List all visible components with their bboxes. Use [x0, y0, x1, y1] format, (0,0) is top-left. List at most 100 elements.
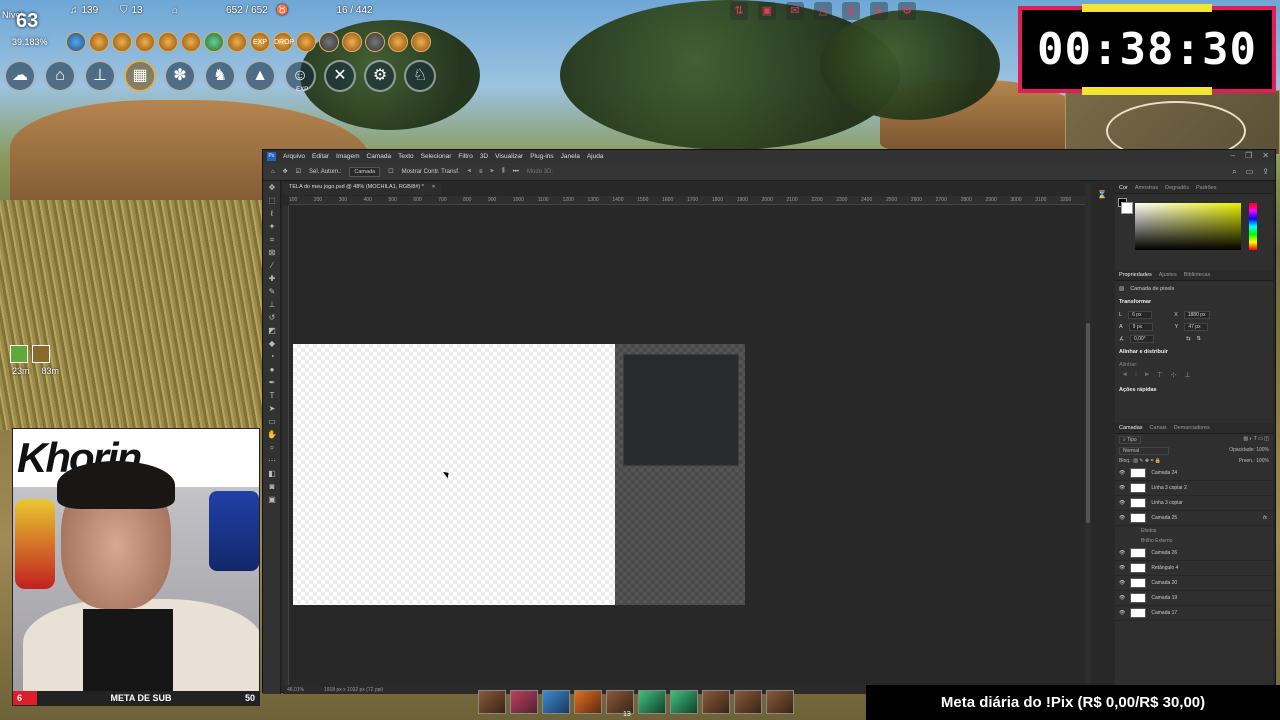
hotbar-slot[interactable] [574, 690, 602, 714]
eyedropper-tool-icon[interactable]: ⁄ [263, 259, 281, 272]
dodge-tool-icon[interactable]: ● [263, 363, 281, 376]
butterfly-icon[interactable]: ✕ [324, 60, 356, 92]
type-tool-icon[interactable]: T [263, 389, 281, 402]
menu-texto[interactable]: Texto [398, 153, 414, 160]
buff-icon[interactable] [296, 32, 316, 52]
hotbar-slot[interactable] [542, 690, 570, 714]
buff-icon[interactable] [365, 32, 385, 52]
blend-mode-dropdown[interactable]: Normal [1119, 447, 1169, 455]
document-canvas[interactable] [293, 344, 615, 605]
gear-icon[interactable]: ⚙ [364, 60, 396, 92]
eye-icon[interactable]: 👁 [1119, 610, 1125, 616]
quick-actions-heading[interactable]: Ações rápidas [1119, 387, 1269, 397]
foreground-color-swatch[interactable] [1121, 202, 1133, 214]
blur-tool-icon[interactable]: ◔ [263, 350, 281, 363]
tab-demarcadores[interactable]: Demarcadores [1174, 425, 1210, 431]
eraser-tool-icon[interactable]: ◩ [263, 324, 281, 337]
flip-v-icon[interactable]: ⇅ [1197, 336, 1202, 342]
buff-icon[interactable] [204, 32, 224, 52]
y-field[interactable]: 47 px [1184, 323, 1209, 331]
shape-tool-icon[interactable]: ▭ [263, 415, 281, 428]
eye-icon[interactable]: 👁 [1119, 470, 1125, 476]
buff-icon[interactable] [181, 32, 201, 52]
buff-icon[interactable] [227, 32, 247, 52]
horse-icon[interactable]: ♞ [204, 60, 236, 92]
buff-icon[interactable] [342, 32, 362, 52]
move-tool-icon[interactable]: ✥ [283, 168, 288, 175]
close-icon[interactable]: ✕ [1262, 151, 1269, 160]
layer-row[interactable]: 👁 Camada 24 [1115, 466, 1273, 481]
pearl-icon[interactable]: ● [870, 2, 888, 20]
network-icon[interactable]: △ [814, 2, 832, 20]
buff-icon[interactable] [112, 32, 132, 52]
move-tool-icon[interactable]: ✥ [263, 181, 281, 194]
auto-select-dropdown[interactable]: Camada [349, 166, 381, 177]
house-icon[interactable]: ⌂ [44, 60, 76, 92]
tab-bibliotecas[interactable]: Bibliotecas [1184, 272, 1211, 278]
history-icon[interactable]: ⌛ [1097, 190, 1107, 199]
eye-icon[interactable]: 👁 [1119, 595, 1125, 601]
opacity-field[interactable]: 100% [1256, 447, 1269, 453]
eye-icon[interactable]: 👁 [1119, 500, 1125, 506]
eye-icon[interactable]: 👁 [1119, 550, 1125, 556]
layer-row[interactable]: 👁 Retângulo 4 [1115, 561, 1273, 576]
layer-fx-icon[interactable]: fx [1263, 515, 1267, 521]
align-bottom-edges-icon[interactable]: ⊥ [1185, 371, 1191, 383]
screen-mode-icon[interactable]: ▣ [263, 493, 281, 506]
canvas-area[interactable] [289, 206, 1085, 684]
eye-icon[interactable]: 👁 [1119, 580, 1125, 586]
paw-icon[interactable]: ✽ [164, 60, 196, 92]
menu-arquivo[interactable]: Arquivo [283, 153, 305, 160]
transform-heading[interactable]: Transformar [1119, 299, 1269, 309]
settings-icon[interactable]: ⚙ [898, 2, 916, 20]
vertical-scrollbar[interactable] [1085, 183, 1091, 683]
menu-janela[interactable]: Janela [561, 153, 580, 160]
hotbar-slot[interactable] [638, 690, 666, 714]
menu-imagem[interactable]: Imagem [336, 153, 359, 160]
hue-slider[interactable] [1249, 203, 1257, 250]
height-field[interactable]: 9 px [1128, 323, 1153, 331]
eye-icon[interactable]: 👁 [1119, 565, 1125, 571]
distribute-icon[interactable]: ⫼ [502, 168, 505, 175]
align-v-center-icon[interactable]: ⊹ [1171, 371, 1177, 383]
layer-row[interactable]: 👁 Camada 26 [1115, 546, 1273, 561]
align-heading[interactable]: Alinhar e distribuir [1119, 349, 1269, 359]
layer-row[interactable]: 👁 Camada 25 fx [1115, 511, 1273, 526]
share-icon[interactable]: ⇪ [1262, 167, 1269, 177]
lock-icons[interactable]: ▨ ✎ ✥ ⌗ 🔒 [1133, 458, 1161, 464]
mail-icon[interactable]: ✉ [786, 2, 804, 20]
workspace-icon[interactable]: ▭ [1246, 167, 1254, 177]
minimap[interactable] [1065, 90, 1280, 161]
buff-icon[interactable] [135, 32, 155, 52]
document-tab[interactable]: TELA do meu jogo.psd @ 48% (MOCHILA1, RG… [283, 183, 442, 195]
auto-select-checkbox[interactable]: ☑ [296, 168, 301, 175]
color-swatch-icon[interactable]: ◧ [263, 467, 281, 480]
menu-camada[interactable]: Camada [367, 153, 392, 160]
arrow-icon[interactable]: ⇅ [730, 2, 748, 20]
layer-row[interactable]: 👁 Camada 17 [1115, 606, 1273, 621]
menu-visualizar[interactable]: Visualizar [495, 153, 523, 160]
align-right-edges-icon[interactable]: ⫸ [1145, 371, 1149, 383]
align-left-edges-icon[interactable]: ⫷ [1123, 371, 1127, 383]
tab-propriedades[interactable]: Propriedades [1119, 272, 1152, 278]
buff-exp-icon[interactable]: EXP [250, 32, 270, 52]
buff-icon[interactable] [319, 32, 339, 52]
menu-editar[interactable]: Editar [312, 153, 329, 160]
group-icon[interactable]: ☺ EXP [284, 60, 316, 93]
healing-tool-icon[interactable]: ✚ [263, 272, 281, 285]
layer-effect-row[interactable]: Efeitos [1115, 526, 1273, 536]
tab-camadas[interactable]: Camadas [1119, 425, 1143, 431]
tab-close-icon[interactable]: × [432, 184, 435, 194]
hotbar-slot[interactable] [670, 690, 698, 714]
tab-padroes[interactable]: Padrões [1196, 185, 1217, 191]
buff-icon[interactable] [388, 32, 408, 52]
tab-degrades[interactable]: Degradês [1165, 185, 1189, 191]
x-field[interactable]: 1880 px [1183, 311, 1210, 319]
dark-rectangle-layer[interactable] [623, 354, 739, 466]
mount-icon[interactable]: ☁ [4, 60, 36, 92]
history-brush-icon[interactable]: ↺ [263, 311, 281, 324]
more-icon[interactable]: ••• [513, 169, 519, 175]
align-center-icon[interactable]: ≡ [479, 169, 483, 175]
crop-tool-icon[interactable]: ⌗ [263, 233, 281, 246]
fill-field[interactable]: 100% [1256, 458, 1269, 464]
